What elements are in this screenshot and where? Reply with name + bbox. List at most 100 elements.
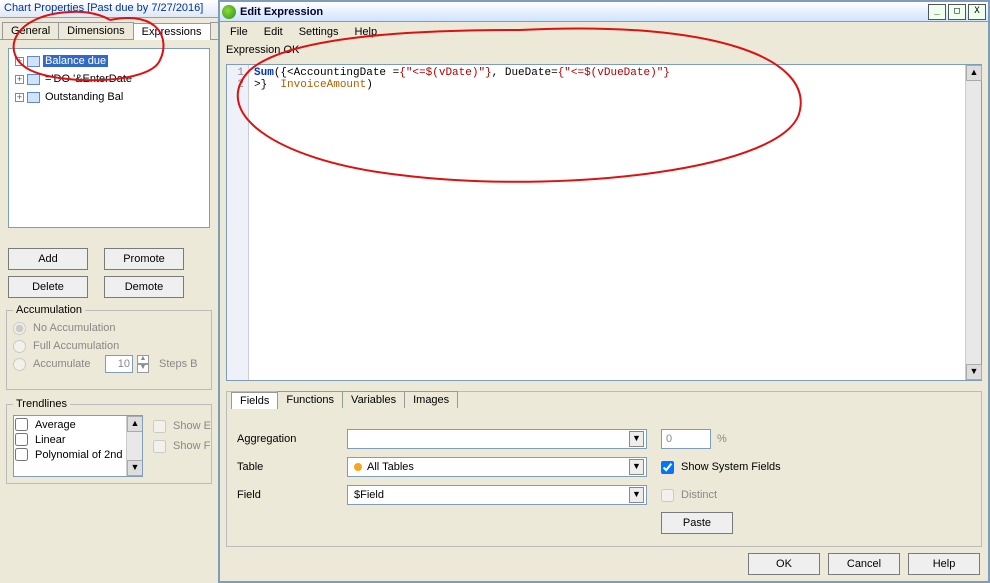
- chart-properties-tabs: General Dimensions Expressions Sor: [0, 20, 218, 40]
- chevron-down-icon[interactable]: ▼: [629, 459, 644, 475]
- expand-icon[interactable]: +: [15, 75, 24, 84]
- help-button[interactable]: Help: [908, 553, 980, 575]
- window-title: Edit Expression: [240, 6, 928, 18]
- table-value: All Tables: [367, 461, 629, 473]
- titlebar[interactable]: Edit Expression _ □ X: [220, 2, 988, 22]
- tree-item-outstanding[interactable]: + Outstanding Bal: [11, 89, 207, 105]
- cancel-button[interactable]: Cancel: [828, 553, 900, 575]
- trendline-label: Linear: [35, 434, 66, 446]
- trendlines-list[interactable]: Average Linear Polynomial of 2nd d ▲ ▼: [13, 415, 143, 477]
- menubar: File Edit Settings Help: [220, 22, 988, 42]
- code-token: InvoiceAmount: [280, 79, 366, 91]
- line-gutter: 12: [227, 65, 249, 380]
- menu-settings[interactable]: Settings: [299, 26, 339, 38]
- radio-full-accum: Full Accumulation: [13, 337, 205, 355]
- tab-fields[interactable]: Fields: [231, 392, 278, 409]
- code-token: ): [366, 79, 373, 91]
- tree-item-label: Balance due: [43, 55, 108, 67]
- maximize-button[interactable]: □: [948, 4, 966, 20]
- code-token: Sum: [254, 67, 274, 79]
- trendlines-legend: Trendlines: [13, 398, 70, 410]
- expand-icon[interactable]: +: [15, 57, 24, 66]
- percent-field: 0: [661, 429, 711, 449]
- aggregation-combo[interactable]: ▼: [347, 429, 647, 449]
- radio-label: No Accumulation: [33, 322, 116, 334]
- accum-steps-value: 10: [105, 355, 133, 373]
- tab-variables[interactable]: Variables: [342, 391, 405, 408]
- trendline-average[interactable]: Average: [15, 417, 141, 432]
- field-label: Field: [237, 489, 347, 501]
- dialog-buttons: OK Cancel Help: [748, 553, 980, 575]
- expand-icon[interactable]: +: [15, 93, 24, 102]
- trend-show-f: Show F: [153, 437, 210, 455]
- radio-no-accum-input: [13, 322, 26, 335]
- demote-button[interactable]: Demote: [104, 276, 184, 298]
- tree-item-label: ='DO '&EnterDate: [43, 73, 134, 85]
- tab-images[interactable]: Images: [404, 391, 458, 408]
- trendline-linear[interactable]: Linear: [15, 432, 141, 447]
- menu-edit[interactable]: Edit: [264, 26, 283, 38]
- qlikview-icon: [222, 5, 236, 19]
- chevron-down-icon[interactable]: ▼: [629, 431, 644, 447]
- trendline-label: Average: [35, 419, 76, 431]
- menu-file[interactable]: File: [230, 26, 248, 38]
- tree-item-balance-due[interactable]: + Balance due: [11, 53, 207, 69]
- steps-label: Steps B: [159, 358, 198, 370]
- tab-functions[interactable]: Functions: [277, 391, 343, 408]
- show-system-fields[interactable]: Show System Fields: [661, 458, 781, 476]
- minimize-button[interactable]: _: [928, 4, 946, 20]
- ok-button[interactable]: OK: [748, 553, 820, 575]
- expression-editor[interactable]: 12 Sum({<AccountingDate ={"<=$(vDate)"},…: [226, 64, 982, 381]
- table-dot-icon: [354, 463, 362, 471]
- expression-tree[interactable]: + Balance due + ='DO '&EnterDate + Outst…: [8, 48, 210, 228]
- table-label: Table: [237, 461, 347, 473]
- scroll-up-icon[interactable]: ▲: [966, 65, 982, 81]
- code-token: ({<AccountingDate =: [274, 67, 399, 79]
- expression-icon: [27, 74, 40, 85]
- expression-icon: [27, 92, 40, 103]
- field-combo[interactable]: $Field ▼: [347, 485, 647, 505]
- editor-scrollbar[interactable]: ▲ ▼: [965, 65, 981, 380]
- add-button[interactable]: Add: [8, 248, 88, 270]
- show-system-label: Show System Fields: [681, 461, 781, 473]
- code-token: {"<=$(vDate)"}: [399, 67, 491, 79]
- tab-expressions[interactable]: Expressions: [133, 23, 211, 40]
- scroll-down-icon[interactable]: ▼: [127, 460, 143, 476]
- close-button[interactable]: X: [968, 4, 986, 20]
- check-poly[interactable]: [15, 448, 28, 461]
- show-label: Show E: [173, 420, 211, 432]
- code-token: {"<=$(vDueDate)"}: [558, 67, 670, 79]
- menu-help[interactable]: Help: [354, 26, 377, 38]
- table-combo[interactable]: All Tables ▼: [347, 457, 647, 477]
- aggregation-label: Aggregation: [237, 433, 347, 445]
- tab-dimensions[interactable]: Dimensions: [58, 22, 133, 39]
- edit-expression-window: Edit Expression _ □ X File Edit Settings…: [218, 0, 990, 583]
- paste-button[interactable]: Paste: [661, 512, 733, 534]
- trendlines-scrollbar[interactable]: ▲ ▼: [126, 416, 142, 476]
- code-token: >}: [254, 79, 280, 91]
- check-average[interactable]: [15, 418, 28, 431]
- chevron-down-icon[interactable]: ▼: [629, 487, 644, 503]
- chart-properties-title: Chart Properties [Past due by 7/27/2016]: [0, 0, 218, 18]
- trendline-label: Polynomial of 2nd d: [35, 449, 132, 461]
- tab-general[interactable]: General: [2, 22, 59, 39]
- radio-n-accum: Accumulate 10 ▲▼ Steps B: [13, 355, 205, 373]
- delete-button[interactable]: Delete: [8, 276, 88, 298]
- trendline-poly[interactable]: Polynomial of 2nd d: [15, 447, 141, 462]
- expression-icon: [27, 56, 40, 67]
- radio-full-accum-input: [13, 340, 26, 353]
- distinct-check: Distinct: [661, 486, 717, 504]
- distinct-label: Distinct: [681, 489, 717, 501]
- scroll-up-icon[interactable]: ▲: [127, 416, 143, 432]
- row-aggregation: Aggregation ▼ 0 %: [237, 428, 727, 450]
- row-field: Field $Field ▼ Distinct: [237, 484, 717, 506]
- tree-item-label: Outstanding Bal: [43, 91, 125, 103]
- check-linear[interactable]: [15, 433, 28, 446]
- check-show-system[interactable]: [661, 461, 674, 474]
- accumulation-legend: Accumulation: [13, 304, 85, 316]
- scroll-down-icon[interactable]: ▼: [966, 364, 982, 380]
- code-area[interactable]: Sum({<AccountingDate ={"<=$(vDate)"}, Du…: [250, 65, 965, 380]
- tree-item-enterdate[interactable]: + ='DO '&EnterDate: [11, 71, 207, 87]
- check-distinct: [661, 489, 674, 502]
- promote-button[interactable]: Promote: [104, 248, 184, 270]
